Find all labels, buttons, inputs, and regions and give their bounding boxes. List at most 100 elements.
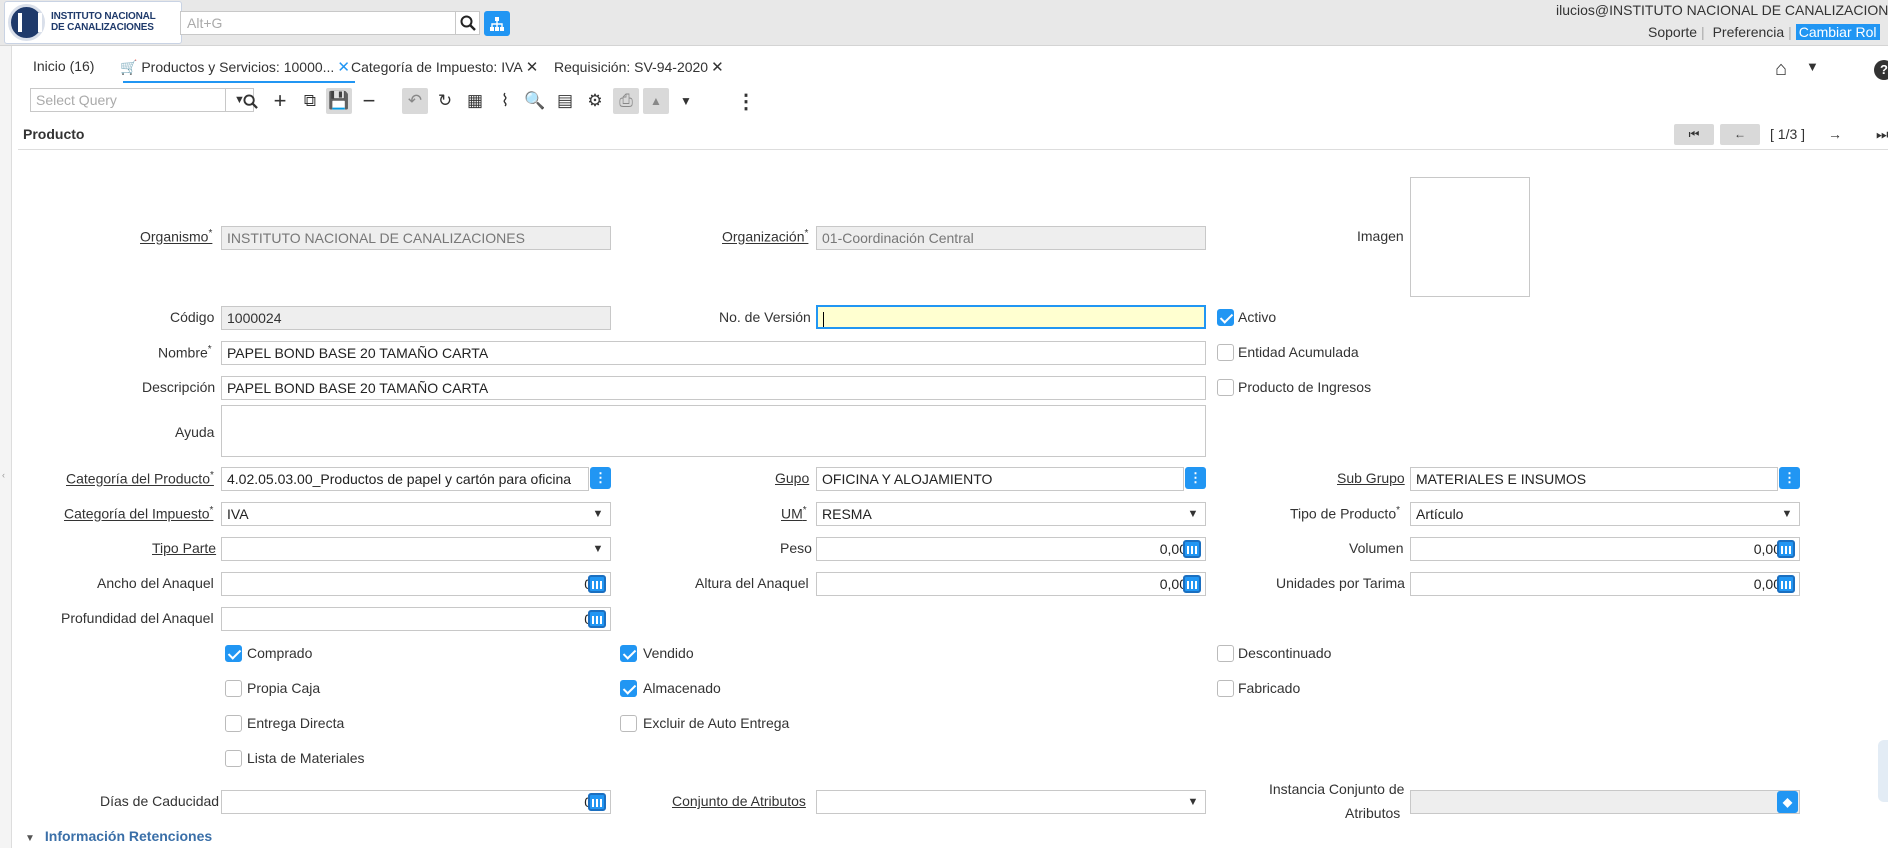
grupo-label[interactable]: Gupo (775, 470, 809, 486)
um-label[interactable]: UM* (781, 505, 807, 522)
chevron-down-icon[interactable]: ▼ (586, 537, 610, 561)
chevron-down-icon[interactable]: ▼ (1775, 502, 1799, 526)
chevron-down-icon[interactable]: ▼ (1806, 59, 1819, 74)
grupo-field[interactable]: OFICINA Y ALOJAMIENTO (816, 467, 1184, 491)
tipo-parte-label[interactable]: Tipo Parte (152, 540, 216, 556)
conjunto-atributos-select[interactable] (816, 790, 1206, 814)
global-search-input[interactable]: Alt+G (180, 11, 456, 35)
image-field[interactable] (1410, 177, 1530, 297)
close-icon[interactable]: ✕ (337, 59, 350, 76)
sub-grupo-field[interactable]: MATERIALES E INSUMOS (1410, 467, 1778, 491)
sub-grupo-label[interactable]: Sub Grupo (1337, 470, 1405, 486)
organismo-field[interactable]: INSTITUTO NACIONAL DE CANALIZACIONES (221, 226, 611, 250)
propia-caja-checkbox[interactable] (225, 680, 242, 697)
logo[interactable]: INSTITUTO NACIONAL DE CANALIZACIONES (4, 1, 182, 44)
undo-icon[interactable]: ↶ (402, 88, 428, 114)
grid-toggle-icon[interactable]: ▦ (462, 88, 488, 114)
organismo-label[interactable]: Organismo* (140, 228, 212, 245)
section-informacion-retenciones[interactable]: ▼ Información Retenciones (25, 828, 212, 844)
chevron-down-icon[interactable]: ▼ (586, 502, 610, 526)
tipo-producto-select[interactable]: Artículo (1410, 502, 1800, 526)
close-icon[interactable]: ✕ (526, 59, 539, 76)
delete-icon[interactable]: − (356, 88, 382, 114)
comprado-checkbox[interactable] (225, 645, 242, 662)
almacenado-checkbox[interactable] (620, 680, 637, 697)
calculator-icon[interactable] (588, 575, 606, 593)
copy-icon[interactable]: ⧉ (297, 88, 323, 114)
fabricado-checkbox[interactable] (1217, 680, 1234, 697)
organizacion-label[interactable]: Organización* (722, 228, 808, 245)
more-options-icon[interactable]: ⋮ (1185, 467, 1206, 489)
calculator-icon[interactable] (588, 793, 606, 811)
select-query-input[interactable]: Select Query (30, 88, 226, 112)
close-icon[interactable]: ✕ (711, 59, 724, 76)
excluir-auto-entrega-checkbox[interactable] (620, 715, 637, 732)
help-icon[interactable]: ? (1874, 60, 1888, 80)
parent-record-icon[interactable]: ▲ (643, 88, 669, 114)
gear-icon[interactable]: ⚙ (582, 88, 608, 114)
calculator-icon[interactable] (1777, 575, 1795, 593)
activo-checkbox[interactable] (1217, 309, 1234, 326)
arrow-right-icon[interactable]: → (1828, 126, 1842, 148)
tag-icon[interactable]: ◆ (1777, 791, 1798, 813)
tab-productos[interactable]: 🛒 Productos y Servicios: 10000... ✕ (120, 58, 350, 76)
codigo-field[interactable]: 1000024 (221, 306, 611, 330)
volumen-field[interactable]: 0,00 (1410, 537, 1800, 561)
categoria-producto-field[interactable]: 4.02.05.03.00_Productos de papel y cartó… (221, 467, 589, 491)
calculator-icon[interactable] (1183, 575, 1201, 593)
side-scroll-tab[interactable] (1878, 740, 1888, 802)
sitemap-button[interactable] (484, 11, 510, 36)
chevron-down-icon[interactable]: ▼ (673, 88, 699, 114)
report-icon[interactable]: ▤ (552, 88, 578, 114)
organizacion-field[interactable]: 01-Coordinación Central (816, 226, 1206, 250)
ayuda-textarea[interactable] (221, 405, 1206, 457)
cambiar-rol-link[interactable]: Cambiar Rol (1795, 24, 1880, 40)
um-select[interactable]: RESMA (816, 502, 1206, 526)
first-record-button[interactable]: ⏮ (1674, 124, 1714, 145)
altura-anaquel-field[interactable]: 0,00 (816, 572, 1206, 596)
peso-field[interactable]: 0,00 (816, 537, 1206, 561)
preferencia-link[interactable]: Preferencia (1709, 24, 1789, 40)
entrega-directa-checkbox[interactable] (225, 715, 242, 732)
profundidad-anaquel-field[interactable]: 0 (221, 607, 611, 631)
producto-ingresos-checkbox[interactable] (1217, 379, 1234, 396)
descripcion-field[interactable]: PAPEL BOND BASE 20 TAMAÑO CARTA (221, 376, 1206, 400)
version-field[interactable] (816, 305, 1206, 329)
lista-materiales-checkbox[interactable] (225, 750, 242, 767)
categoria-producto-label[interactable]: Categoría del Producto* (66, 470, 214, 487)
refresh-icon[interactable]: ↻ (432, 88, 458, 114)
soporte-link[interactable]: Soporte (1644, 24, 1701, 40)
more-options-icon[interactable]: ⋮ (590, 467, 611, 489)
more-icon[interactable]: ⋮ (733, 88, 759, 114)
attachment-icon[interactable]: ⌇ (492, 88, 518, 114)
calculator-icon[interactable] (588, 610, 606, 628)
calculator-icon[interactable] (1777, 540, 1795, 558)
dias-caducidad-field[interactable]: 0 (221, 790, 611, 814)
chevron-down-icon[interactable]: ▼ (1181, 502, 1205, 526)
find-icon[interactable] (237, 88, 263, 114)
left-collapse-bar[interactable]: ‹ (0, 46, 12, 848)
conjunto-atributos-label[interactable]: Conjunto de Atributos (672, 793, 806, 809)
tab-requisicion[interactable]: Requisición: SV-94-2020 ✕ (554, 58, 724, 76)
print-icon[interactable]: ⎙ (613, 88, 639, 114)
home-icon[interactable]: ⌂ (1775, 58, 1787, 81)
save-icon[interactable]: 💾 (326, 88, 352, 114)
calculator-icon[interactable] (1183, 540, 1201, 558)
vendido-checkbox[interactable] (620, 645, 637, 662)
unidades-tarima-field[interactable]: 0,00 (1410, 572, 1800, 596)
entidad-acumulada-checkbox[interactable] (1217, 344, 1234, 361)
more-options-icon[interactable]: ⋮ (1779, 467, 1800, 489)
chevron-down-icon[interactable]: ▼ (1181, 790, 1205, 814)
categoria-impuesto-select[interactable]: IVA (221, 502, 611, 526)
nombre-field[interactable]: PAPEL BOND BASE 20 TAMAÑO CARTA (221, 341, 1206, 365)
descontinuado-checkbox[interactable] (1217, 645, 1234, 662)
search-button[interactable] (456, 11, 480, 35)
previous-record-button[interactable]: ← (1720, 124, 1760, 145)
tab-inicio[interactable]: Inicio (16) (33, 58, 94, 74)
tab-categoria-impuesto[interactable]: Categoría de Impuesto: IVA ✕ (351, 58, 538, 76)
last-icon[interactable]: ⏭ (1876, 126, 1888, 148)
zoom-icon[interactable]: 🔍 (522, 88, 548, 114)
instancia-atributos-field[interactable] (1410, 790, 1800, 814)
tipo-parte-select[interactable] (221, 537, 611, 561)
categoria-impuesto-label[interactable]: Categoría del Impuesto* (64, 505, 213, 522)
